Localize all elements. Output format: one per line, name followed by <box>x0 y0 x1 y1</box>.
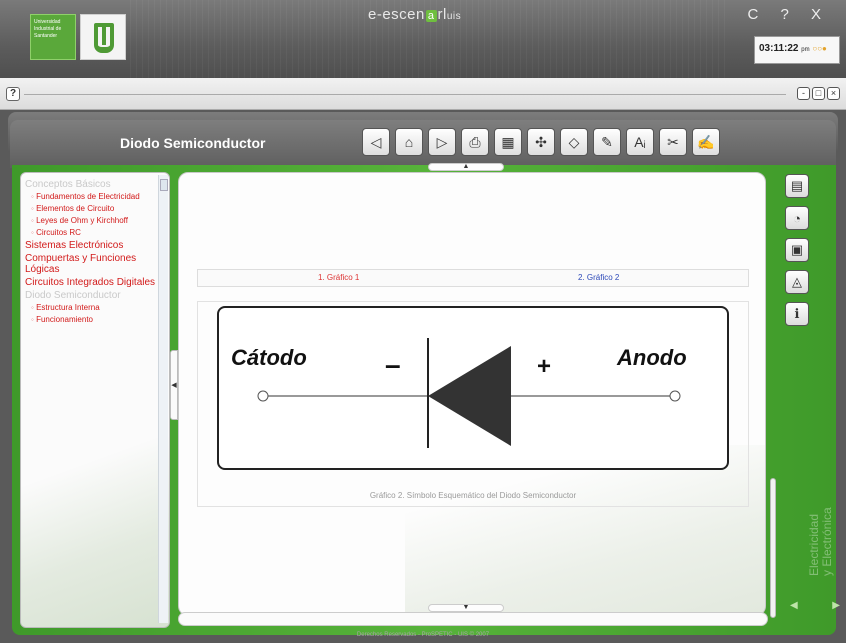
utility-strip: ? - □ × <box>0 78 846 110</box>
menu-section-systems[interactable]: Sistemas Electrónicos <box>25 240 157 251</box>
brand-suffix: uis <box>446 11 462 22</box>
help-button[interactable]: ? <box>6 87 20 101</box>
menu-item[interactable]: Estructura Interna <box>25 302 157 313</box>
clock-period: pm <box>801 47 810 53</box>
mini-window-controls: - □ × <box>797 87 840 100</box>
uis-emblem <box>94 23 114 53</box>
menu-item[interactable]: Circuitos RC <box>25 227 157 238</box>
clock-time: 03:11:22 <box>759 43 799 54</box>
plus-sign: + <box>537 353 551 380</box>
maximize-icon[interactable]: □ <box>812 87 825 100</box>
window-controls[interactable]: C ? X <box>747 6 830 23</box>
uis-logo <box>80 14 126 60</box>
figure-tabs: 1. Gráfico 1 2. Gráfico 2 <box>197 269 749 287</box>
home-icon[interactable]: ⌂ <box>395 128 423 156</box>
next-icon[interactable]: ▷ <box>428 128 456 156</box>
diode-triangle <box>428 346 511 446</box>
video-icon[interactable]: ▣ <box>785 238 809 262</box>
eraser-icon[interactable]: ◇ <box>560 128 588 156</box>
tools-icon[interactable]: ✂ <box>659 128 687 156</box>
image-icon[interactable]: ◬ <box>785 270 809 294</box>
menu-item[interactable]: Fundamentos de Electricidad <box>25 191 157 202</box>
course-label-line-2: y Electrónica <box>820 507 834 576</box>
left-menu-panel: Conceptos Básicos Fundamentos de Electri… <box>20 172 170 628</box>
brand-part-2: rl <box>437 6 447 23</box>
molecule-icon[interactable]: ✣ <box>527 128 555 156</box>
right-toolbar: ▤ ◔ ▣ ◬ ℹ <box>785 174 809 326</box>
diode-symbol: Cátodo Anodo – + <box>231 338 687 448</box>
logo-text: Universidad Industrial de Santander <box>34 19 62 39</box>
arrow-right-icon[interactable]: ▶ <box>832 600 840 611</box>
menu-section-basics[interactable]: Conceptos Básicos <box>25 179 157 190</box>
menu-section-gates[interactable]: Compuertas y Funciones Lógicas <box>25 253 157 275</box>
university-logo: Universidad Industrial de Santander <box>30 14 76 60</box>
arrow-left-icon[interactable]: ◀ <box>790 600 798 611</box>
clock-dots-icon: ○○● <box>812 44 827 53</box>
brand-title: e-escen a rluis <box>368 6 461 23</box>
document-icon[interactable]: ▤ <box>785 174 809 198</box>
circuit-background <box>21 437 169 627</box>
side-arrows: ◀ ▶ <box>790 600 840 611</box>
menu-item[interactable]: Leyes de Ohm y Kirchhoff <box>25 215 157 226</box>
content-panel: 1. Gráfico 1 2. Gráfico 2 Cátodo Anodo –… <box>178 172 766 616</box>
content-bottom-bar <box>178 612 768 626</box>
close-icon[interactable]: × <box>827 87 840 100</box>
scroll-down-notch[interactable]: ▼ <box>428 604 504 612</box>
cathode-terminal <box>257 390 269 402</box>
anode-terminal <box>669 390 681 402</box>
glossary-icon[interactable]: Aᵢ <box>626 128 654 156</box>
course-label: Electricidad y Electrónica <box>807 507 834 576</box>
prev-icon[interactable]: ◁ <box>362 128 390 156</box>
figure-caption: Gráfico 2. Símbolo Esquemático del Diodo… <box>369 491 577 500</box>
diode-diagram: Cátodo Anodo – + <box>217 306 729 470</box>
calculator-icon[interactable]: ▦ <box>494 128 522 156</box>
tab-grafico-2[interactable]: 2. Gráfico 2 <box>578 273 619 282</box>
clock: 03:11:22 pm ○○● <box>754 36 840 64</box>
scroll-thumb[interactable] <box>160 179 168 191</box>
collapse-menu-button[interactable]: ◀ <box>170 350 178 420</box>
menu-section-diode[interactable]: Diodo Semiconductor <box>25 290 157 301</box>
tab-grafico-1[interactable]: 1. Gráfico 1 <box>318 273 359 282</box>
scroll-up-notch[interactable]: ▲ <box>428 163 504 171</box>
right-scrollbar[interactable] <box>770 478 776 618</box>
footer-copyright: Derechos Reservados - ProSPETIC - UIS © … <box>356 632 490 638</box>
anode-label: Anodo <box>616 345 687 370</box>
strip-divider <box>24 94 786 95</box>
cathode-label: Cátodo <box>231 345 307 370</box>
info-icon[interactable]: ℹ <box>785 302 809 326</box>
minus-sign: – <box>385 349 401 380</box>
brand-box: a <box>425 10 437 22</box>
topic-menu: Conceptos Básicos Fundamentos de Electri… <box>25 177 157 326</box>
page-title: Diodo Semiconductor <box>120 135 266 151</box>
brand-part-1: e-escen <box>368 6 425 23</box>
menu-item[interactable]: Funcionamiento <box>25 314 157 325</box>
print-icon[interactable]: ⎙ <box>461 128 489 156</box>
notes-icon[interactable]: ✎ <box>593 128 621 156</box>
minimize-icon[interactable]: - <box>797 87 810 100</box>
menu-item[interactable]: Elementos de Circuito <box>25 203 157 214</box>
audio-icon[interactable]: ◔ <box>785 206 809 230</box>
left-scrollbar[interactable] <box>158 175 168 623</box>
menu-section-integrated[interactable]: Circuitos Integrados Digitales <box>25 277 157 288</box>
exercise-icon[interactable]: ✍ <box>692 128 720 156</box>
nav-toolbar: ◁ ⌂ ▷ ⎙ ▦ ✣ ◇ ✎ Aᵢ ✂ ✍ <box>362 128 720 156</box>
